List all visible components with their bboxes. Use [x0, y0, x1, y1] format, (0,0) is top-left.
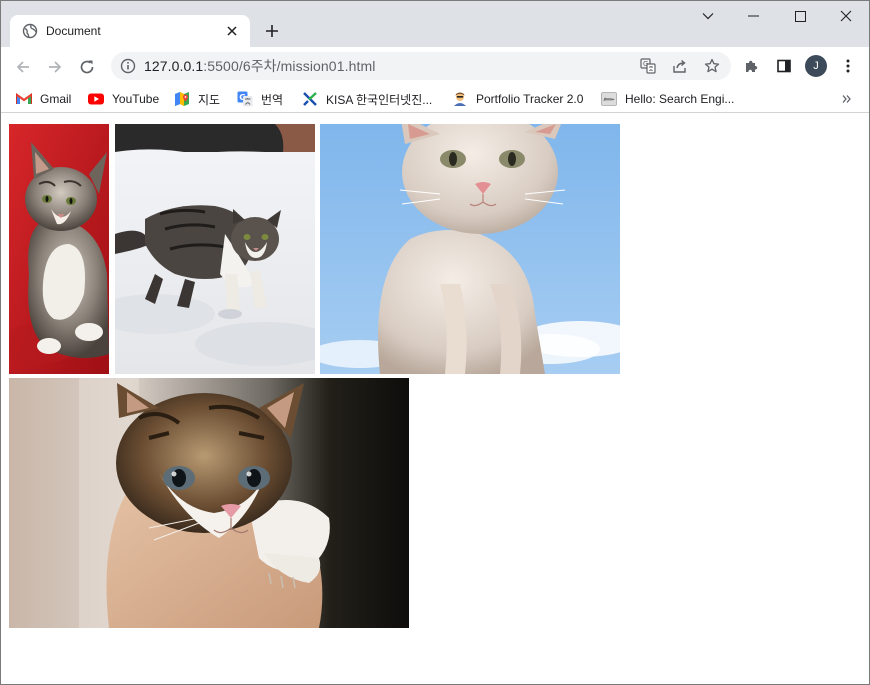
bookmark-label: 지도 — [198, 92, 221, 107]
new-tab-button[interactable] — [259, 18, 285, 44]
tab-title: Document — [46, 24, 101, 38]
bookmark-youtube[interactable]: YouTube — [88, 89, 159, 109]
bookmark-label: 번역 — [261, 92, 284, 107]
portfolio-icon — [452, 91, 468, 107]
bookmark-label: Hello: Search Engi... — [625, 92, 735, 106]
forward-button[interactable] — [41, 53, 69, 81]
url-host: 127.0.0.1 — [144, 58, 204, 74]
reload-button[interactable] — [73, 53, 101, 81]
tab-search-chevron-icon[interactable] — [685, 1, 731, 31]
maps-icon — [174, 91, 190, 107]
gmail-icon — [16, 91, 32, 107]
bookmark-star-icon[interactable] — [703, 57, 721, 75]
url-path: :5500/6주차/mission01.html — [203, 58, 376, 74]
kitten-image-sky — [320, 124, 620, 374]
translate-page-icon[interactable]: G — [639, 57, 657, 75]
menu-kebab-icon[interactable] — [837, 55, 859, 77]
profile-avatar[interactable]: J — [805, 55, 827, 77]
toolbar: 127.0.0.1:5500/6주차/mission01.html G J — [1, 47, 869, 85]
bookmark-maps[interactable]: 지도 — [174, 89, 220, 109]
share-icon[interactable] — [671, 57, 689, 75]
extensions-puzzle-icon[interactable] — [741, 55, 763, 77]
site-info-icon[interactable] — [120, 58, 136, 74]
globe-icon — [22, 23, 38, 39]
tab-strip: Document — [1, 1, 869, 47]
kitten-image-red — [9, 124, 109, 374]
side-panel-icon[interactable] — [773, 55, 795, 77]
bookmark-label: KISA 한국인터넷진... — [326, 92, 433, 107]
bookmark-hello[interactable]: Hello: Search Engi... — [601, 89, 734, 109]
window-close-button[interactable] — [823, 1, 869, 31]
browser-window: Document 127.0.0.1:5500/6주차/mission01.ht… — [0, 0, 870, 685]
translate-icon: G — [237, 91, 253, 107]
address-bar[interactable]: 127.0.0.1:5500/6주차/mission01.html G — [111, 52, 731, 80]
tab-close-icon[interactable] — [224, 23, 240, 39]
bookmark-label: Portfolio Tracker 2.0 — [476, 92, 584, 106]
kisa-icon — [302, 91, 318, 107]
maximize-button[interactable] — [777, 1, 823, 31]
bookmark-portfolio[interactable]: Portfolio Tracker 2.0 — [452, 89, 583, 109]
bookmark-kisa[interactable]: KISA 한국인터넷진... — [302, 89, 432, 109]
minimize-button[interactable] — [731, 1, 777, 31]
page-content — [1, 117, 869, 684]
bookmark-gmail[interactable]: Gmail — [16, 89, 71, 109]
url-text: 127.0.0.1:5500/6주차/mission01.html — [144, 56, 375, 76]
tab-document[interactable]: Document — [10, 15, 250, 47]
hello-icon — [601, 91, 617, 107]
kitten-image-hand — [9, 378, 409, 628]
bookmarks-bar: Gmail YouTube 지도 G 번역 KISA 한국인터넷진... Por… — [1, 85, 869, 113]
youtube-icon — [88, 91, 104, 107]
back-button[interactable] — [9, 53, 37, 81]
bookmark-label: Gmail — [40, 92, 72, 106]
bookmark-translate[interactable]: G 번역 — [237, 89, 283, 109]
bookmark-label: YouTube — [112, 92, 160, 106]
bookmarks-overflow-chevron-icon[interactable] — [839, 91, 855, 107]
kitten-image-snow — [115, 124, 315, 374]
